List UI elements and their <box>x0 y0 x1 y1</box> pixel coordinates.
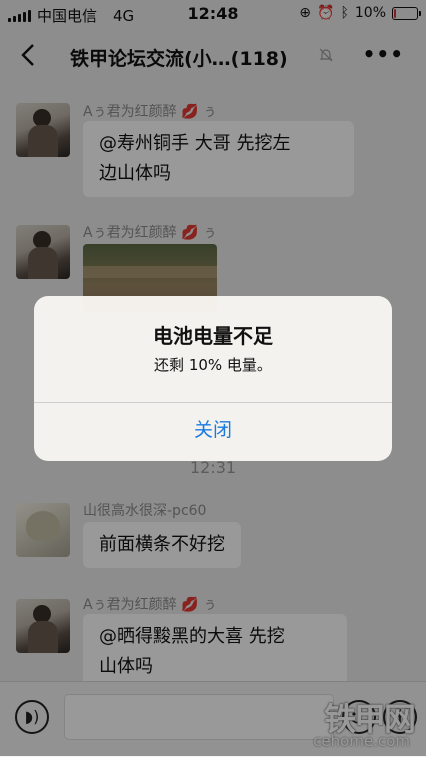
alert-message: 还剩 10% 电量。 <box>154 356 272 374</box>
close-button[interactable]: 关闭 <box>34 403 392 461</box>
low-battery-alert: 电池电量不足 还剩 10% 电量。 关闭 <box>34 296 392 461</box>
alert-title: 电池电量不足 <box>153 324 273 348</box>
chat-screen: 中国电信 4G 12:48 ⊕ ⏰ ᛒ 10% 铁甲论坛交流(小…(118) •… <box>0 0 426 757</box>
